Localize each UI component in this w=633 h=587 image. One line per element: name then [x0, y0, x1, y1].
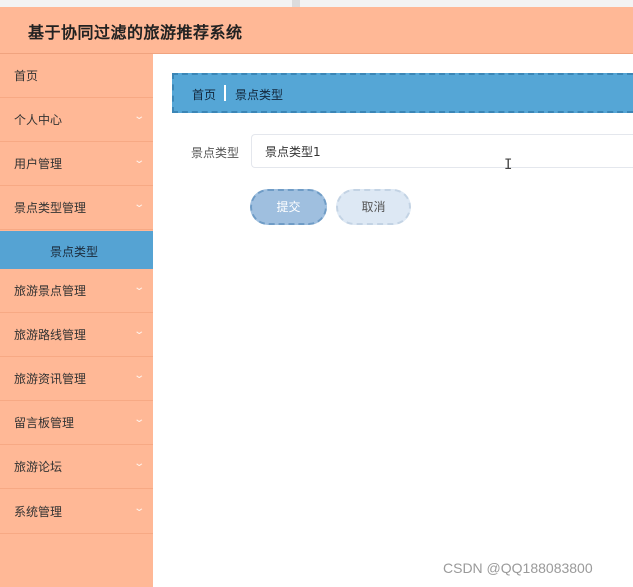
sidebar-item-home[interactable]: 首页 [0, 54, 153, 98]
chevron-down-icon: ⌄ [132, 199, 145, 210]
sidebar-subitem-scenic-type[interactable]: 景点类型 [0, 231, 153, 269]
sidebar-item-news-management[interactable]: 旅游资讯管理 ⌄ [0, 357, 153, 401]
sidebar-item-label: 景点类型管理 [14, 201, 87, 215]
watermark: CSDN @QQ188083800 [443, 560, 593, 576]
chevron-down-icon: ⌄ [132, 155, 145, 166]
text-cursor-icon: I [504, 157, 513, 173]
sidebar-item-scenic-spot-management[interactable]: 旅游景点管理 ⌄ [0, 269, 153, 313]
sidebar: 首页 个人中心 ⌄ 用户管理 ⌄ 景点类型管理 ⌄ 景点类型 旅游景点管理 ⌄ … [0, 54, 153, 587]
sidebar-item-label: 用户管理 [14, 157, 63, 171]
sidebar-item-system-management[interactable]: 系统管理 ⌄ [0, 490, 153, 534]
sidebar-item-personal-center[interactable]: 个人中心 ⌄ [0, 98, 153, 142]
chevron-down-icon: ⌄ [132, 458, 145, 469]
sidebar-item-label: 旅游资讯管理 [14, 372, 87, 386]
app-header: 基于协同过滤的旅游推荐系统 [0, 7, 633, 54]
chevron-down-icon: ⌄ [132, 503, 145, 514]
sidebar-item-label: 旅游论坛 [14, 460, 63, 474]
app-title: 基于协同过滤的旅游推荐系统 [28, 23, 243, 42]
chevron-down-icon: ⌄ [132, 282, 145, 293]
scenic-type-label: 景点类型 [191, 146, 240, 160]
sidebar-item-label: 旅游景点管理 [14, 284, 87, 298]
browser-strip [0, 0, 633, 7]
sidebar-item-user-management[interactable]: 用户管理 ⌄ [0, 142, 153, 186]
sidebar-item-scenic-type-management[interactable]: 景点类型管理 ⌄ [0, 186, 153, 230]
chevron-down-icon: ⌄ [132, 414, 145, 425]
sidebar-item-travel-forum[interactable]: 旅游论坛 ⌄ [0, 445, 153, 489]
sidebar-item-label: 系统管理 [14, 505, 63, 519]
submit-button[interactable]: 提交 [250, 189, 327, 225]
sidebar-item-label: 留言板管理 [14, 416, 75, 430]
scenic-type-input[interactable] [251, 134, 633, 168]
chevron-down-icon: ⌄ [132, 326, 145, 337]
chevron-down-icon: ⌄ [132, 111, 145, 122]
sidebar-item-label: 旅游路线管理 [14, 328, 87, 342]
strip-divider [292, 0, 300, 7]
sidebar-item-label: 个人中心 [14, 113, 63, 127]
sidebar-item-label: 首页 [14, 69, 39, 83]
breadcrumb-separator [224, 85, 226, 101]
breadcrumb-home[interactable]: 首页 [192, 86, 216, 103]
sidebar-item-message-board-management[interactable]: 留言板管理 ⌄ [0, 401, 153, 445]
breadcrumb: 首页 景点类型 [172, 73, 633, 113]
cancel-button[interactable]: 取消 [336, 189, 411, 225]
sidebar-subitem-label: 景点类型 [50, 245, 99, 259]
breadcrumb-current: 景点类型 [235, 88, 284, 102]
sidebar-item-route-management[interactable]: 旅游路线管理 ⌄ [0, 313, 153, 357]
chevron-down-icon: ⌄ [132, 370, 145, 381]
